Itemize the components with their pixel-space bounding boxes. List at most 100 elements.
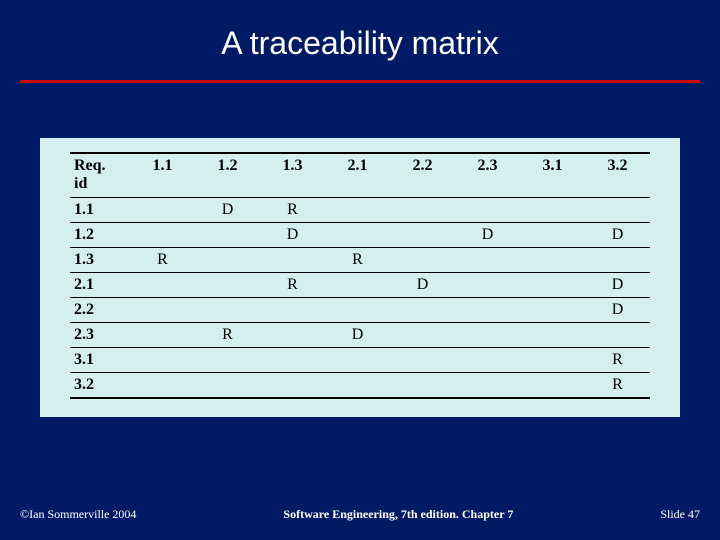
matrix-cell bbox=[390, 197, 455, 222]
matrix-cell bbox=[520, 297, 585, 322]
footer-copyright: ©Ian Sommerville 2004 bbox=[20, 507, 136, 522]
matrix-cell bbox=[325, 222, 390, 247]
matrix-cell bbox=[195, 372, 260, 398]
matrix-cell: R bbox=[585, 347, 650, 372]
matrix-cell bbox=[130, 297, 195, 322]
footer-title: Software Engineering, 7th edition. Chapt… bbox=[283, 507, 513, 522]
matrix-cell bbox=[455, 347, 520, 372]
col-header: 2.3 bbox=[455, 153, 520, 197]
matrix-cell: R bbox=[260, 197, 325, 222]
matrix-cell bbox=[325, 372, 390, 398]
matrix-cell: D bbox=[260, 222, 325, 247]
row-id: 1.3 bbox=[70, 247, 130, 272]
matrix-cell: D bbox=[585, 272, 650, 297]
matrix-cell bbox=[455, 322, 520, 347]
matrix-cell bbox=[260, 347, 325, 372]
table-row: 3.2 R bbox=[70, 372, 650, 398]
col-header: 1.2 bbox=[195, 153, 260, 197]
matrix-cell bbox=[130, 197, 195, 222]
matrix-cell bbox=[260, 322, 325, 347]
matrix-cell bbox=[390, 247, 455, 272]
matrix-cell: R bbox=[195, 322, 260, 347]
row-id: 2.3 bbox=[70, 322, 130, 347]
matrix-cell bbox=[455, 272, 520, 297]
matrix-cell bbox=[130, 272, 195, 297]
matrix-cell: D bbox=[585, 297, 650, 322]
matrix-cell bbox=[585, 247, 650, 272]
table-row: 2.1 R D D bbox=[70, 272, 650, 297]
matrix-cell: D bbox=[585, 222, 650, 247]
table-row: 1.2 D D D bbox=[70, 222, 650, 247]
title-area: A traceability matrix bbox=[0, 0, 720, 80]
matrix-cell bbox=[325, 347, 390, 372]
matrix-cell bbox=[455, 297, 520, 322]
matrix-cell bbox=[520, 347, 585, 372]
matrix-cell bbox=[390, 222, 455, 247]
matrix-cell: R bbox=[585, 372, 650, 398]
col-header: 2.1 bbox=[325, 153, 390, 197]
matrix-cell: R bbox=[325, 247, 390, 272]
table-row: 3.1 R bbox=[70, 347, 650, 372]
row-id: 3.2 bbox=[70, 372, 130, 398]
matrix-cell bbox=[520, 372, 585, 398]
matrix-body: 1.1DR1.2DDD1.3RR2.1RDD2.2D2.3RD3.1R3.2R bbox=[70, 197, 650, 398]
matrix-cell bbox=[130, 372, 195, 398]
matrix-cell bbox=[520, 247, 585, 272]
col-header: 1.3 bbox=[260, 153, 325, 197]
matrix-cell bbox=[390, 347, 455, 372]
matrix-cell bbox=[260, 247, 325, 272]
matrix-cell: R bbox=[130, 247, 195, 272]
matrix-cell: D bbox=[325, 322, 390, 347]
matrix-cell bbox=[455, 247, 520, 272]
page-title: A traceability matrix bbox=[0, 25, 720, 62]
table-row: 1.1 DR bbox=[70, 197, 650, 222]
matrix-cell bbox=[520, 272, 585, 297]
matrix-panel: Req.id1.11.21.32.12.22.33.13.2 1.1DR1.2D… bbox=[40, 138, 680, 417]
matrix-cell bbox=[325, 297, 390, 322]
col-header: 3.2 bbox=[585, 153, 650, 197]
footer-slide-label: Slide bbox=[660, 507, 685, 521]
matrix-cell bbox=[520, 197, 585, 222]
matrix-header: Req.id1.11.21.32.12.22.33.13.2 bbox=[70, 153, 650, 197]
matrix-cell bbox=[390, 372, 455, 398]
col-header: 3.1 bbox=[520, 153, 585, 197]
matrix-cell bbox=[455, 372, 520, 398]
row-id: 3.1 bbox=[70, 347, 130, 372]
col-header: 1.1 bbox=[130, 153, 195, 197]
matrix-cell bbox=[585, 197, 650, 222]
footer-slide: Slide 47 bbox=[660, 507, 700, 522]
col-header: 2.2 bbox=[390, 153, 455, 197]
matrix-cell bbox=[130, 322, 195, 347]
matrix-cell: R bbox=[260, 272, 325, 297]
matrix-cell bbox=[520, 322, 585, 347]
row-id: 1.2 bbox=[70, 222, 130, 247]
table-row: 2.3 R D bbox=[70, 322, 650, 347]
title-rule bbox=[20, 80, 700, 83]
matrix-cell bbox=[325, 197, 390, 222]
matrix-cell bbox=[195, 272, 260, 297]
matrix-cell: D bbox=[455, 222, 520, 247]
row-id: 2.2 bbox=[70, 297, 130, 322]
matrix-cell bbox=[195, 347, 260, 372]
matrix-cell bbox=[390, 297, 455, 322]
matrix-cell bbox=[585, 322, 650, 347]
matrix-cell bbox=[325, 272, 390, 297]
matrix-cell bbox=[455, 197, 520, 222]
matrix-cell bbox=[260, 372, 325, 398]
matrix-cell: D bbox=[195, 197, 260, 222]
matrix-cell bbox=[195, 247, 260, 272]
table-row: 2.2 D bbox=[70, 297, 650, 322]
matrix-cell: D bbox=[390, 272, 455, 297]
footer: ©Ian Sommerville 2004 Software Engineeri… bbox=[20, 507, 700, 522]
col-header-reqid: Req.id bbox=[70, 153, 130, 197]
row-id: 2.1 bbox=[70, 272, 130, 297]
matrix-cell bbox=[260, 297, 325, 322]
footer-slide-number: 47 bbox=[688, 507, 700, 521]
traceability-matrix: Req.id1.11.21.32.12.22.33.13.2 1.1DR1.2D… bbox=[70, 152, 650, 399]
row-id: 1.1 bbox=[70, 197, 130, 222]
matrix-cell bbox=[195, 222, 260, 247]
table-row: 1.3RR bbox=[70, 247, 650, 272]
matrix-cell bbox=[390, 322, 455, 347]
matrix-cell bbox=[130, 347, 195, 372]
matrix-cell bbox=[130, 222, 195, 247]
